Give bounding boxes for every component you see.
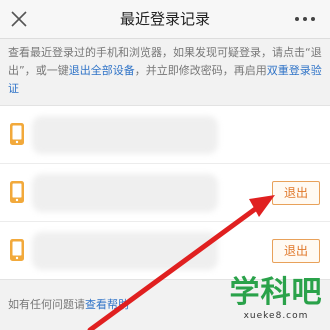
logout-button[interactable]: 退出 xyxy=(272,181,320,205)
page-title: 最近登录记录 xyxy=(119,10,210,28)
watermark-logo: 学科吧 xueke8.com xyxy=(228,276,324,322)
blurred-device-info xyxy=(32,174,218,212)
header-bar: 最近登录记录 xyxy=(0,0,330,39)
logout-all-link[interactable]: 退出全部设备 xyxy=(69,64,135,77)
phone-icon xyxy=(10,181,24,203)
device-row: 退出 xyxy=(0,222,330,279)
watermark-sub-text: xueke8.com xyxy=(243,311,309,321)
device-list: 退出 退出 xyxy=(0,105,330,280)
logout-button[interactable]: 退出 xyxy=(272,239,320,263)
help-text: 如有任何问题请 xyxy=(8,298,85,311)
device-row: 退出 xyxy=(0,164,330,222)
notice-text: 查看最近登录过的手机和浏览器，如果发现可疑登录，请点击“退出”，或一键退出全部设… xyxy=(8,44,324,98)
help-link[interactable]: 查看帮助 xyxy=(85,298,129,311)
phone-icon xyxy=(10,239,24,261)
help-footer: 如有任何问题请查看帮助 xyxy=(8,296,129,312)
blurred-device-info xyxy=(32,232,218,270)
notice-text-part2: ，并立即修改密码，再启用 xyxy=(134,64,267,77)
watermark-main-text: 学科吧 xyxy=(229,275,323,310)
blurred-device-info xyxy=(32,116,218,154)
phone-icon xyxy=(10,123,24,145)
device-row xyxy=(0,106,330,164)
more-dots-icon[interactable] xyxy=(292,8,318,30)
